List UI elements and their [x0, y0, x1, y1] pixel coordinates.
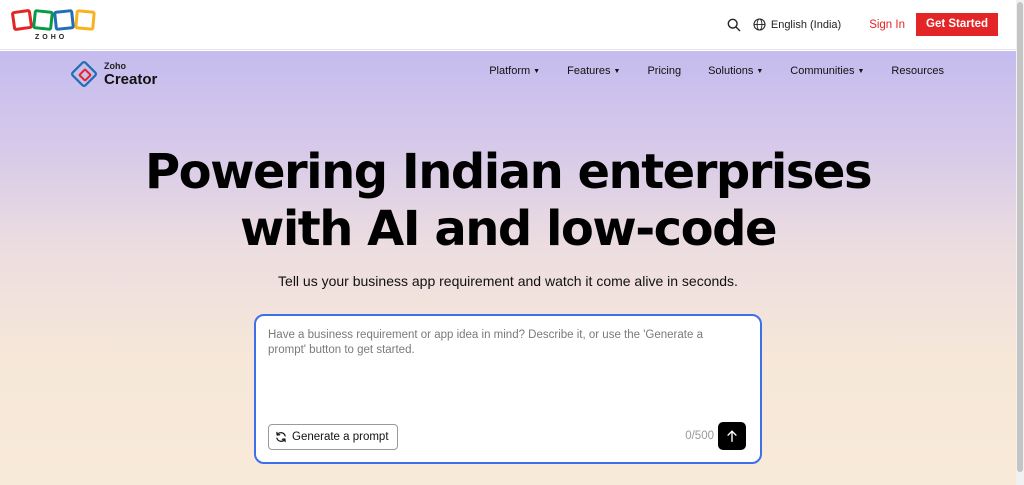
prompt-input[interactable] — [268, 328, 738, 413]
zoho-creator-logo[interactable]: Zoho Creator — [70, 60, 157, 88]
get-started-button[interactable]: Get Started — [916, 13, 998, 36]
nav-item-platform[interactable]: Platform ▼ — [489, 65, 540, 77]
caret-down-icon: ▼ — [857, 67, 865, 75]
nav-item-label: Communities — [790, 65, 855, 77]
top-right-actions: English (India) Sign In Get Started — [727, 13, 998, 36]
language-selector[interactable]: English (India) — [771, 19, 841, 31]
nav-item-label: Solutions — [708, 65, 754, 77]
hero-headline-line-2: with AI and low-code — [239, 201, 778, 257]
caret-down-icon: ▼ — [613, 67, 621, 75]
logo-square-green — [32, 9, 54, 31]
caret-down-icon: ▼ — [533, 67, 541, 75]
nav-item-label: Features — [567, 65, 611, 77]
top-bar: ZOHO English (India) Sign In Get Started — [0, 0, 1016, 50]
nav-item-pricing[interactable]: Pricing — [647, 65, 681, 77]
creator-wordmark-small: Zoho — [104, 60, 126, 71]
logo-square-red — [10, 8, 34, 32]
hero-headline-line-1: Powering Indian enterprises — [144, 144, 873, 200]
nav-item-communities[interactable]: Communities ▼ — [790, 65, 864, 77]
prompt-box: Generate a prompt 0/500 — [254, 314, 762, 464]
scrollbar-thumb[interactable] — [1017, 2, 1023, 472]
nav-item-label: Pricing — [647, 65, 682, 77]
zoho-wordmark: ZOHO — [35, 34, 68, 41]
caret-down-icon: ▼ — [756, 67, 764, 75]
send-button[interactable] — [718, 422, 746, 450]
nav-item-label: Platform — [489, 65, 531, 77]
globe-icon — [753, 18, 766, 31]
creator-wordmark: Zoho Creator — [104, 60, 158, 88]
nav-item-label: Resources — [891, 65, 944, 77]
main-nav: Platform ▼ Features ▼ Pricing Solutions ▼ C… — [489, 65, 944, 77]
hero-section: Zoho Creator Platform ▼ Features ▼ Pricing… — [0, 51, 1016, 485]
logo-square-blue — [53, 9, 75, 31]
nav-item-solutions[interactable]: Solutions ▼ — [708, 65, 763, 77]
arrow-up-icon — [727, 430, 737, 442]
zoho-logo[interactable]: ZOHO — [10, 7, 98, 43]
refresh-icon — [276, 431, 286, 443]
sign-in-link[interactable]: Sign In — [869, 19, 905, 31]
search-icon[interactable] — [727, 18, 741, 32]
creator-wordmark-big: Creator — [104, 70, 158, 88]
generate-prompt-button[interactable]: Generate a prompt — [268, 424, 398, 450]
logo-square-yellow — [74, 9, 96, 31]
character-counter: 0/500 — [685, 430, 714, 442]
nav-item-resources[interactable]: Resources — [891, 65, 944, 77]
nav-item-features[interactable]: Features ▼ — [567, 65, 620, 77]
hero-subtitle: Tell us your business app requirement an… — [278, 273, 738, 289]
page-scrollbar[interactable] — [1016, 0, 1024, 485]
generate-prompt-label: Generate a prompt — [292, 431, 389, 443]
creator-logo-icon — [71, 61, 97, 87]
